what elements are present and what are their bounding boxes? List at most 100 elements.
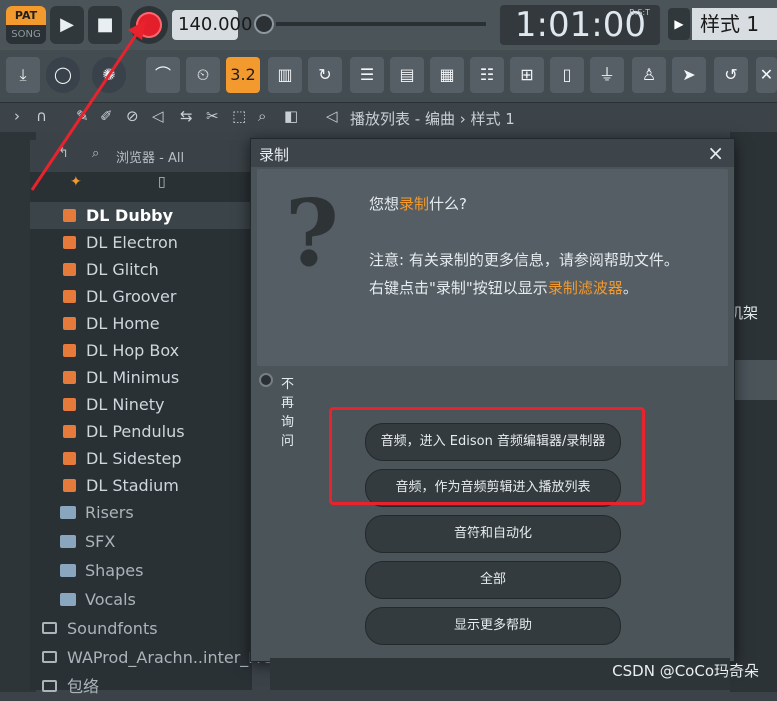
step-edit-icon[interactable]: ▥ — [268, 57, 302, 93]
back-icon[interactable]: ↰ — [58, 146, 69, 161]
brush-icon[interactable]: ✐ — [100, 107, 113, 125]
close-icon[interactable]: × — [707, 141, 724, 165]
browser-header: ↰ ⌕ 浏览器 - All ✦ ▯ — [30, 140, 252, 190]
piano-roll-icon[interactable]: ▤ — [390, 57, 424, 93]
list-item[interactable]: DL Sidestep — [30, 445, 252, 472]
record-dialog: 录制 × ? 您想录制什么? 注意: 有关录制的更多信息，请参阅帮助文件。 右键… — [250, 138, 735, 662]
document-icon[interactable]: ▯ — [158, 174, 166, 190]
song-mode-label[interactable]: SONG — [6, 25, 46, 44]
close-icon[interactable]: ✕ — [756, 57, 777, 93]
master-pitch-slider[interactable] — [276, 22, 486, 26]
browser-icon[interactable]: ⊞ — [510, 57, 544, 93]
note-line-2: 右键点击"录制"按钮以显示录制滤波器。 — [369, 279, 638, 297]
list-item[interactable]: Soundfonts — [30, 614, 252, 643]
dialog-message-panel: ? 您想录制什么? 注意: 有关录制的更多信息，请参阅帮助文件。 右键点击"录制… — [257, 169, 728, 366]
mute-icon[interactable]: ◁ — [152, 107, 164, 125]
dont-ask-label: 不再询问 — [281, 377, 295, 449]
speaker-icon[interactable]: ◁ — [326, 107, 338, 125]
record-button[interactable] — [130, 6, 168, 44]
channel-rack-buttons[interactable] — [733, 360, 777, 400]
list-item-label: DL Glitch — [86, 260, 159, 279]
chevron-right-icon: ▶ — [674, 17, 684, 31]
folder-icon — [42, 680, 57, 692]
select-icon[interactable]: ⬚ — [232, 107, 246, 125]
master-pitch-knob[interactable] — [254, 14, 274, 34]
playback-icon[interactable]: ◧ — [284, 107, 298, 125]
list-item[interactable]: WAProd_Arachn..inter_Freebie — [30, 643, 307, 672]
master-volume-knob[interactable]: ◯ — [46, 57, 80, 93]
list-item-label: DL Home — [86, 314, 160, 333]
record-notes-button[interactable]: 音符和自动化 — [365, 515, 621, 553]
stop-icon: ■ — [96, 14, 114, 35]
folder-icon — [42, 622, 57, 634]
list-item[interactable]: DL Pendulus — [30, 418, 252, 445]
list-item-label: DL Hop Box — [86, 341, 180, 360]
pattern-play-button[interactable]: ▶ — [668, 8, 690, 40]
folder-icon — [60, 506, 76, 519]
play-button[interactable]: ▶ — [50, 6, 84, 44]
list-item-label: Vocals — [85, 590, 136, 609]
list-item-label: Risers — [85, 503, 134, 522]
slice-icon[interactable]: ✂ — [206, 107, 219, 125]
list-item[interactable]: DL Hop Box — [30, 337, 252, 364]
tempo-tapper-icon[interactable]: ♙ — [632, 57, 666, 93]
metronome-knob[interactable]: ✺ — [92, 57, 126, 93]
channel-rack-icon[interactable]: ▦ — [430, 57, 464, 93]
main-toolbar: ⤓ ◯ ✺ ⌒ ⏲ 3.2 ▥ ↻ ☰ ▤ ▦ ☷ ⊞ ▯ ⏚ ♙ ➤ ↺ ✕ — [0, 50, 777, 103]
countdown-icon[interactable]: 3.2 — [226, 57, 260, 93]
list-item[interactable]: DL Ninety — [30, 391, 252, 418]
mixer-icon[interactable]: ☷ — [470, 57, 504, 93]
list-item[interactable]: DL Minimus — [30, 364, 252, 391]
list-item[interactable]: 包络 — [30, 672, 252, 701]
folder-icon — [42, 651, 57, 663]
plugin-icon — [63, 344, 76, 357]
download-icon[interactable]: ⤓ — [6, 57, 40, 93]
playlist-icon[interactable]: ☰ — [350, 57, 384, 93]
list-item[interactable]: DL Dubby — [30, 202, 252, 229]
list-item[interactable]: Vocals — [30, 585, 252, 614]
plugin-icon — [63, 236, 76, 249]
browser-title: 浏览器 - All — [116, 151, 185, 166]
undo-icon[interactable]: ↺ — [714, 57, 748, 93]
tempo-field[interactable]: 140.000 — [172, 10, 252, 40]
list-item[interactable]: DL Stadium — [30, 472, 252, 499]
watermark: CSDN @CoCo玛奇朵 — [612, 662, 759, 680]
list-item[interactable]: Shapes — [30, 556, 252, 585]
list-item-label: SFX — [85, 532, 116, 551]
wait-for-input-icon[interactable]: ⏲ — [186, 57, 220, 93]
pat-song-switch[interactable]: PAT SONG — [6, 6, 46, 44]
record-all-button[interactable]: 全部 — [365, 561, 621, 599]
loop-record-icon[interactable]: ↻ — [308, 57, 342, 93]
pattern-selector[interactable]: 样式 1 — [692, 8, 777, 40]
list-item[interactable]: DL Glitch — [30, 256, 252, 283]
list-item-label: Shapes — [85, 561, 144, 580]
plugin-icon — [63, 425, 76, 438]
file-icon[interactable]: ▯ — [550, 57, 584, 93]
folder-icon — [60, 564, 76, 577]
list-item[interactable]: Risers — [30, 498, 252, 527]
plugin-icon[interactable]: ⏚ — [590, 57, 624, 93]
pat-mode-label[interactable]: PAT — [6, 6, 46, 25]
metronome-icon[interactable]: ⌒ — [146, 57, 180, 93]
pencil-icon[interactable]: ✎ — [76, 107, 89, 125]
waveform-icon[interactable]: ✦ — [70, 174, 82, 190]
list-item[interactable]: DL Groover — [30, 283, 252, 310]
render-icon[interactable]: ➤ — [672, 57, 706, 93]
more-help-button[interactable]: 显示更多帮助 — [365, 607, 621, 645]
list-item[interactable]: DL Home — [30, 310, 252, 337]
playlist-toolbar: › ∩ ✎ ✐ ⊘ ◁ ⇆ ✂ ⬚ ⌕ ◧ ◁ 播放列表 - 编曲 › 样式 1 — [0, 103, 777, 131]
list-item-label: DL Dubby — [86, 206, 174, 225]
search-icon[interactable]: ⌕ — [92, 146, 99, 161]
list-item-label: DL Minimus — [86, 368, 180, 387]
list-item[interactable]: SFX — [30, 527, 252, 556]
magnet-icon[interactable]: ∩ — [36, 107, 47, 125]
slip-icon[interactable]: ⇆ — [180, 107, 193, 125]
delete-icon[interactable]: ⊘ — [126, 107, 139, 125]
question-text: 您想录制什么? — [369, 195, 467, 213]
chevron-right-icon[interactable]: › — [14, 107, 20, 125]
transport-bar: PAT SONG ▶ ■ 140.000 1:01:00 B:S:T ▶ 样式 … — [0, 0, 777, 51]
dont-ask-radio[interactable] — [259, 373, 273, 387]
list-item[interactable]: DL Electron — [30, 229, 252, 256]
stop-button[interactable]: ■ — [88, 6, 122, 44]
zoom-icon[interactable]: ⌕ — [258, 107, 266, 125]
